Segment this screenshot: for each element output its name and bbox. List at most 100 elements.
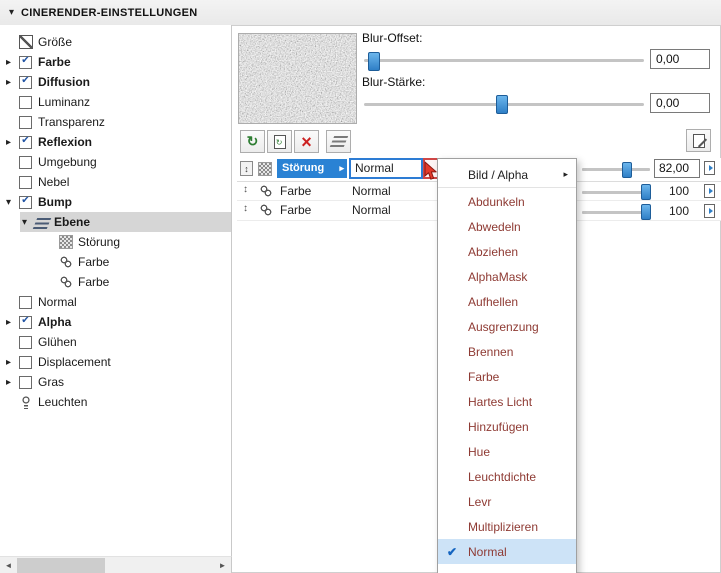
menu-item[interactable]: Hinzufügen — [438, 414, 576, 439]
menu-item-label: Brennen — [468, 344, 514, 359]
menu-item[interactable]: Normal — [438, 539, 576, 564]
menu-item[interactable]: Multiplizieren — [438, 514, 576, 539]
collapse-triangle-icon[interactable] — [9, 7, 14, 18]
tree-item[interactable]: Glühen — [0, 332, 231, 352]
reorder-handle[interactable] — [240, 161, 253, 176]
tree-item[interactable]: Leuchten — [0, 392, 231, 412]
tree-item[interactable]: Gras — [0, 372, 231, 392]
channel-checkbox[interactable] — [19, 75, 32, 89]
tree-item[interactable]: Normal — [0, 292, 231, 312]
disclosure-triangle-icon[interactable] — [6, 197, 19, 208]
channel-tree: Größe Farbe Diffusion Luminanz — [0, 25, 231, 412]
disclosure-triangle-icon[interactable] — [6, 77, 19, 88]
tree-item[interactable]: Luminanz — [0, 92, 231, 112]
expand-arrow-icon[interactable] — [339, 159, 344, 178]
channel-checkbox[interactable] — [19, 355, 32, 369]
scroll-right-arrow-icon[interactable] — [214, 557, 231, 573]
edit-settings-button[interactable] — [686, 129, 711, 152]
menu-item[interactable]: Abdunkeln — [438, 189, 576, 214]
delete-shader-button[interactable] — [294, 130, 319, 153]
tree-item[interactable]: Umgebung — [0, 152, 231, 172]
menu-item[interactable]: Brennen — [438, 339, 576, 364]
merge-layers-button[interactable] — [326, 130, 351, 153]
tree-item[interactable]: Transparenz — [0, 112, 231, 132]
menu-item[interactable]: Hue — [438, 439, 576, 464]
duplicate-shader-icon — [247, 133, 259, 150]
channel-checkbox[interactable] — [19, 95, 32, 109]
tree-item[interactable]: Störung — [0, 232, 231, 252]
channel-checkbox[interactable] — [19, 315, 32, 329]
blur-strength-input[interactable]: 0,00 — [650, 93, 710, 113]
layer-name-label[interactable]: Farbe — [280, 203, 311, 217]
tree-item[interactable]: Alpha — [0, 312, 231, 332]
disclosure-triangle-icon[interactable] — [6, 357, 19, 368]
menu-item[interactable]: Leuchtdichte — [438, 464, 576, 489]
menu-item[interactable]: Aufhellen — [438, 289, 576, 314]
channel-checkbox[interactable] — [19, 335, 32, 349]
menu-item-label: Levr — [468, 494, 492, 509]
channel-checkbox[interactable] — [19, 55, 32, 69]
noise-texture-preview[interactable] — [238, 33, 357, 124]
tree-item-label: Displacement — [38, 355, 111, 369]
blur-offset-slider-track[interactable] — [364, 59, 644, 62]
blur-offset-slider-handle[interactable] — [368, 52, 380, 71]
layer-name-selected[interactable]: Störung — [277, 159, 347, 178]
blend-mode-menu: Bild / Alpha Abdunkeln Abwedeln Abziehen… — [437, 158, 577, 573]
tree-item-label: Normal — [38, 295, 77, 309]
blur-strength-slider-handle[interactable] — [496, 95, 508, 114]
menu-item[interactable]: Abwedeln — [438, 214, 576, 239]
delete-icon — [301, 133, 312, 151]
menu-item[interactable]: AlphaMask — [438, 264, 576, 289]
menu-item-label: Leuchtdichte — [468, 469, 537, 484]
channel-checkbox[interactable] — [19, 195, 32, 209]
tree-item[interactable]: Diffusion — [0, 72, 231, 92]
disclosure-triangle-icon[interactable] — [6, 137, 19, 148]
menu-item[interactable]: Hartes Licht — [438, 389, 576, 414]
tree-item[interactable]: Displacement — [0, 352, 231, 372]
copy-shader-button[interactable] — [267, 130, 292, 153]
tree-item[interactable]: Farbe — [0, 272, 231, 292]
tree-item[interactable]: Ebene — [0, 212, 231, 232]
channel-checkbox[interactable] — [19, 295, 32, 309]
menu-item[interactable]: Bild / Alpha — [438, 162, 576, 188]
channel-checkbox[interactable] — [19, 115, 32, 129]
tree-item[interactable]: Nebel — [0, 172, 231, 192]
disclosure-triangle-icon[interactable] — [6, 377, 19, 388]
channel-checkbox[interactable] — [19, 155, 32, 169]
disclosure-triangle-icon[interactable] — [6, 57, 19, 68]
menu-item[interactable]: Levr — [438, 489, 576, 514]
tree-item[interactable]: Bump — [0, 192, 231, 212]
tree-item[interactable]: Farbe — [0, 52, 231, 72]
opacity-slider-track[interactable] — [582, 168, 650, 171]
blend-mode-label[interactable]: Normal — [352, 203, 391, 217]
texture-page-icon[interactable] — [704, 204, 715, 218]
tree-item[interactable]: Reflexion — [0, 132, 231, 152]
menu-item[interactable]: Ausgrenzung — [438, 314, 576, 339]
opacity-slider-track[interactable] — [582, 211, 650, 214]
panel-header[interactable]: CINERENDER-EINSTELLUNGEN — [0, 0, 721, 26]
texture-page-icon[interactable] — [704, 184, 715, 198]
disclosure-triangle-icon[interactable] — [6, 317, 19, 328]
reorder-handle[interactable] — [243, 203, 248, 214]
scrollbar-thumb[interactable] — [17, 558, 105, 573]
tree-item[interactable]: Farbe — [0, 252, 231, 272]
scroll-left-arrow-icon[interactable] — [0, 557, 17, 573]
menu-item[interactable]: Abziehen — [438, 239, 576, 264]
channel-checkbox[interactable] — [19, 135, 32, 149]
opacity-slider-track[interactable] — [582, 191, 650, 194]
sidebar-horizontal-scrollbar[interactable] — [0, 556, 232, 573]
layer-name-label[interactable]: Farbe — [280, 184, 311, 198]
menu-item[interactable]: Farbe — [438, 364, 576, 389]
channel-checkbox[interactable] — [19, 175, 32, 189]
menu-item-label: Hinzufügen — [468, 419, 529, 434]
blend-mode-dropdown[interactable]: Normal — [349, 158, 423, 179]
blend-mode-label[interactable]: Normal — [352, 184, 391, 198]
channel-checkbox[interactable] — [19, 375, 32, 389]
texture-page-icon[interactable] — [704, 161, 715, 175]
reorder-handle[interactable] — [243, 184, 248, 195]
tree-item[interactable]: Größe — [0, 32, 231, 52]
blur-offset-input[interactable]: 0,00 — [650, 49, 710, 69]
opacity-input[interactable]: 82,00 — [654, 159, 700, 178]
duplicate-shader-button[interactable] — [240, 130, 265, 153]
opacity-slider-handle[interactable] — [622, 162, 632, 178]
